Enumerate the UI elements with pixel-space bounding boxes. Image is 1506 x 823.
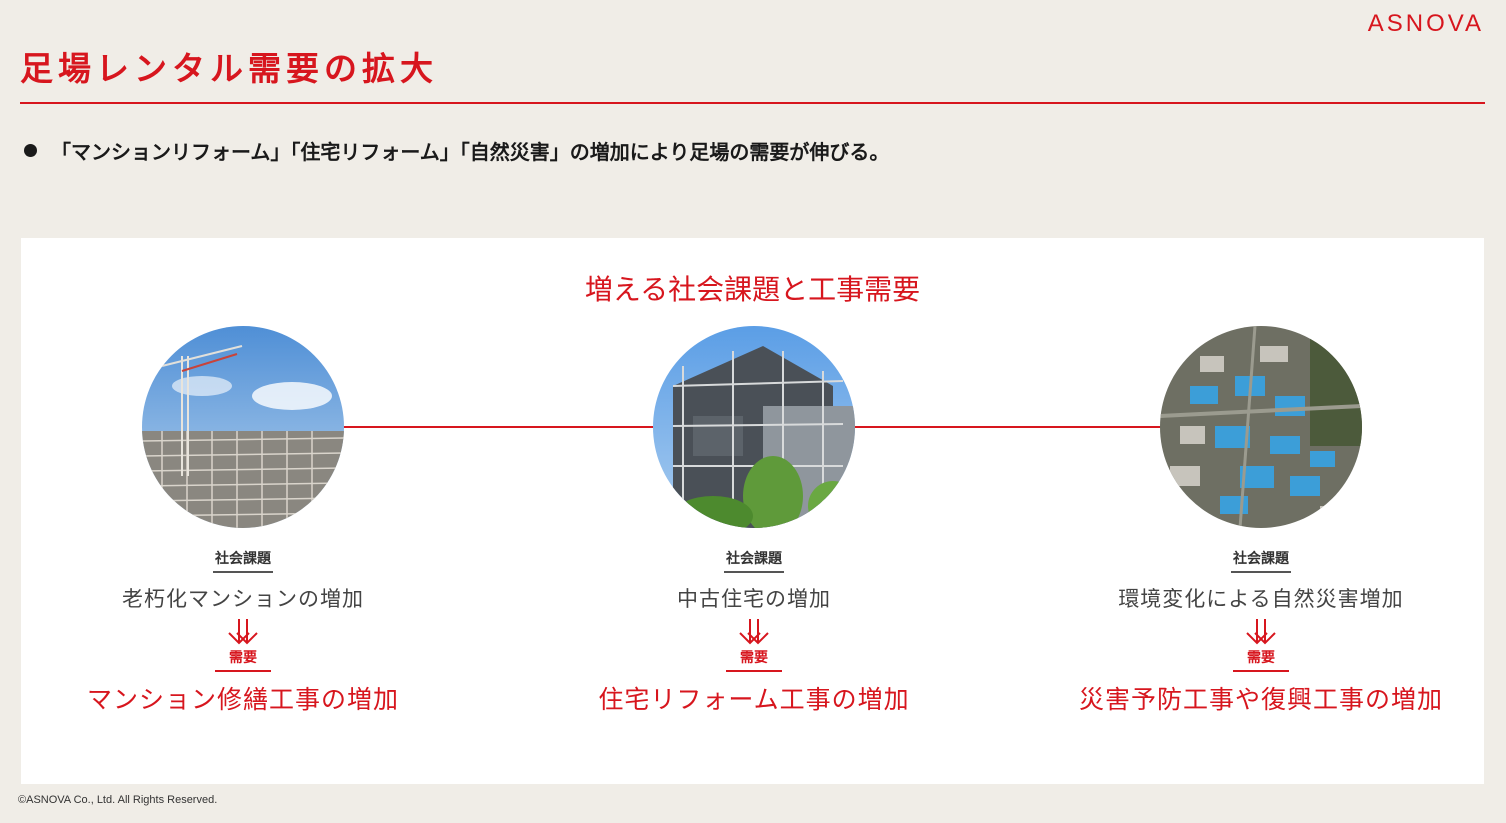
demand-label: 需要 [726, 647, 782, 672]
asnova-logo: ASNOVA [1367, 10, 1484, 37]
issue-label: 社会課題 [1231, 548, 1291, 573]
column-apartment: 社会課題 老朽化マンションの増加 需要 マンション修繕工事の増加 [33, 326, 453, 716]
disaster-aerial-photo [1160, 326, 1362, 528]
demand-label: 需要 [1233, 647, 1289, 672]
demand-text: 災害予防工事や復興工事の増加 [1078, 685, 1443, 714]
bullet-dot-icon [24, 144, 37, 157]
panel-title: 増える社会課題と工事需要 [584, 273, 921, 306]
crane-construction-photo [142, 326, 344, 528]
copyright: ©ASNOVA Co., Ltd. All Rights Reserved. [18, 794, 218, 806]
demand-panel: 増える社会課題と工事需要 社会課題 老朽化マンションの増加 需要 マンション修繕… [21, 238, 1484, 784]
issue-label: 社会課題 [724, 548, 784, 573]
column-house: 社会課題 中古住宅の増加 需要 住宅リフォーム工事の増加 [544, 326, 964, 716]
issue-text: 老朽化マンションの増加 [122, 587, 364, 611]
column-disaster: 社会課題 環境変化による自然災害増加 需要 災害予防工事や復興工事の増加 [1051, 326, 1471, 716]
issue-text: 中古住宅の増加 [677, 587, 831, 611]
demand-label: 需要 [215, 647, 271, 672]
demand-text: マンション修繕工事の増加 [86, 685, 399, 714]
arrow-down-icon [1051, 617, 1471, 647]
arrow-down-icon [33, 617, 453, 647]
issue-text: 環境変化による自然災害増加 [1118, 587, 1404, 611]
demand-text: 住宅リフォーム工事の増加 [598, 685, 910, 714]
page-title: 足場レンタル需要の拡大 [20, 49, 438, 88]
arrow-down-icon [544, 617, 964, 647]
issue-label: 社会課題 [213, 548, 273, 573]
title-divider [20, 102, 1485, 104]
summary-bullet: 「マンションリフォーム」「住宅リフォーム」「自然災害」の増加により足場の需要が伸… [24, 136, 889, 165]
house-scaffolding-photo [653, 326, 855, 528]
summary-text: 「マンションリフォーム」「住宅リフォーム」「自然災害」の増加により足場の需要が伸… [51, 140, 890, 164]
